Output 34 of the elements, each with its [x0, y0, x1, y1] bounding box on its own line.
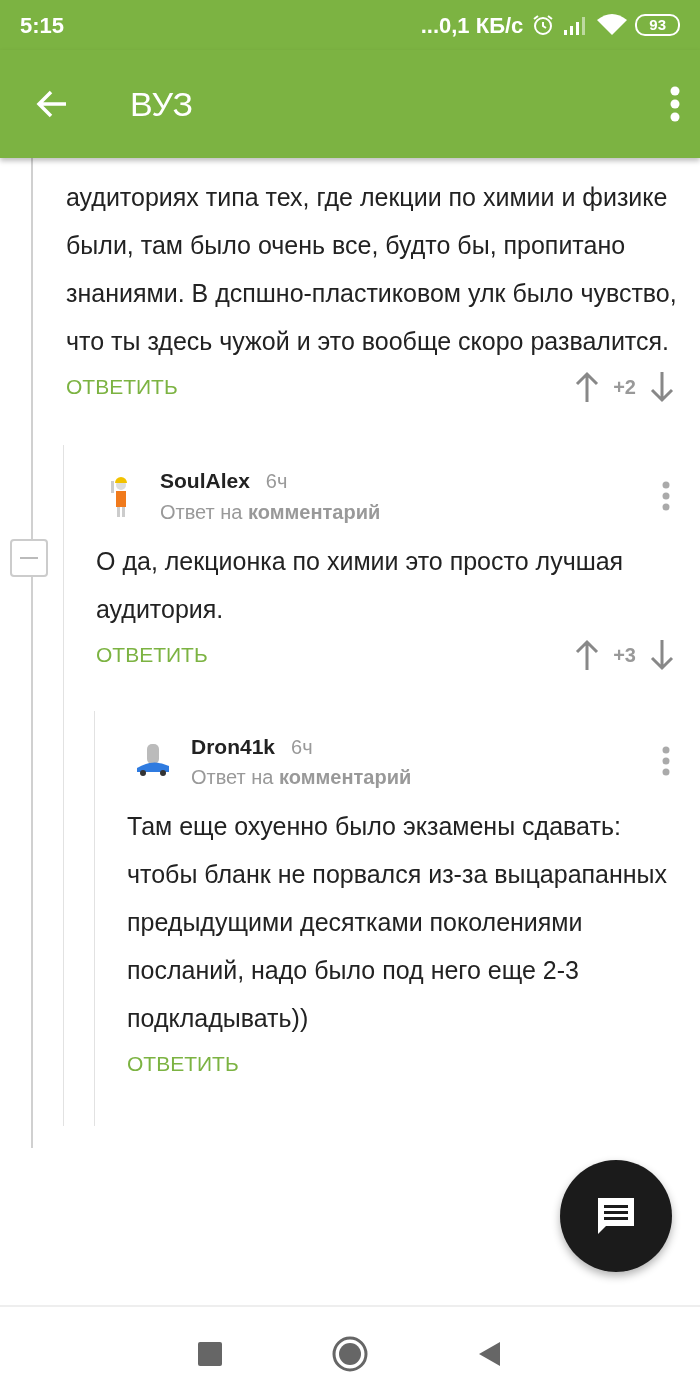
battery-icon: 93	[635, 14, 680, 36]
reply-link[interactable]: ОТВЕТИТЬ	[96, 638, 208, 671]
comment-text: аудиториях типа тех, где лекции по химии и физике были, там было очень все, будто бы, пропитано знаниями. В дспшно-пластиковом улк было чувство, что ты здесь чужой и это вообще скоро развалится.	[66, 182, 678, 357]
reply-to-text: Ответ на комментарий	[160, 499, 382, 525]
comment-icon	[595, 1195, 637, 1237]
network-speed: ...0,1 КБ/с	[420, 11, 524, 40]
minus-icon	[20, 556, 38, 560]
back-icon[interactable]	[478, 1340, 502, 1367]
comment-text: Там еще охуенно было экзамены сдавать: чтобы бланк не порвался из-за выцарапанных предыдущими десятками поколениями посланий, надо было под него еще 2-3 подкладывать))	[127, 811, 669, 1034]
vote-count: +3	[613, 642, 636, 668]
downvote-icon[interactable]	[650, 371, 674, 403]
upvote-icon[interactable]	[575, 371, 600, 403]
reply-link[interactable]: ОТВЕТИТЬ	[66, 371, 178, 403]
downvote-icon[interactable]	[650, 638, 674, 671]
reply-link[interactable]: ОТВЕТИТЬ	[127, 1048, 239, 1080]
recents-icon[interactable]	[198, 1341, 222, 1366]
wifi-icon	[597, 14, 628, 36]
comments-button[interactable]	[560, 1160, 672, 1272]
comment-text: О да, лекционка по химии это просто лучшая аудитория.	[96, 545, 625, 625]
comment-time: 6ч	[291, 734, 313, 760]
author-name[interactable]: SoulAlex	[160, 465, 250, 497]
author-name[interactable]: Dron41k	[191, 730, 276, 762]
home-icon[interactable]	[332, 1335, 368, 1372]
clock-time: 5:15	[20, 11, 65, 40]
collapse-button[interactable]	[10, 539, 48, 577]
vote-count: +2	[613, 375, 636, 400]
more-options-icon[interactable]	[662, 480, 670, 511]
upvote-icon[interactable]	[575, 638, 600, 671]
reply-to-text: Ответ на комментарий	[191, 765, 413, 790]
back-arrow-icon[interactable]	[36, 89, 68, 119]
comment-time: 6ч	[265, 469, 288, 494]
more-options-icon[interactable]	[662, 746, 670, 777]
page-title: ВУЗ	[130, 83, 193, 125]
more-options-icon[interactable]	[670, 86, 680, 122]
